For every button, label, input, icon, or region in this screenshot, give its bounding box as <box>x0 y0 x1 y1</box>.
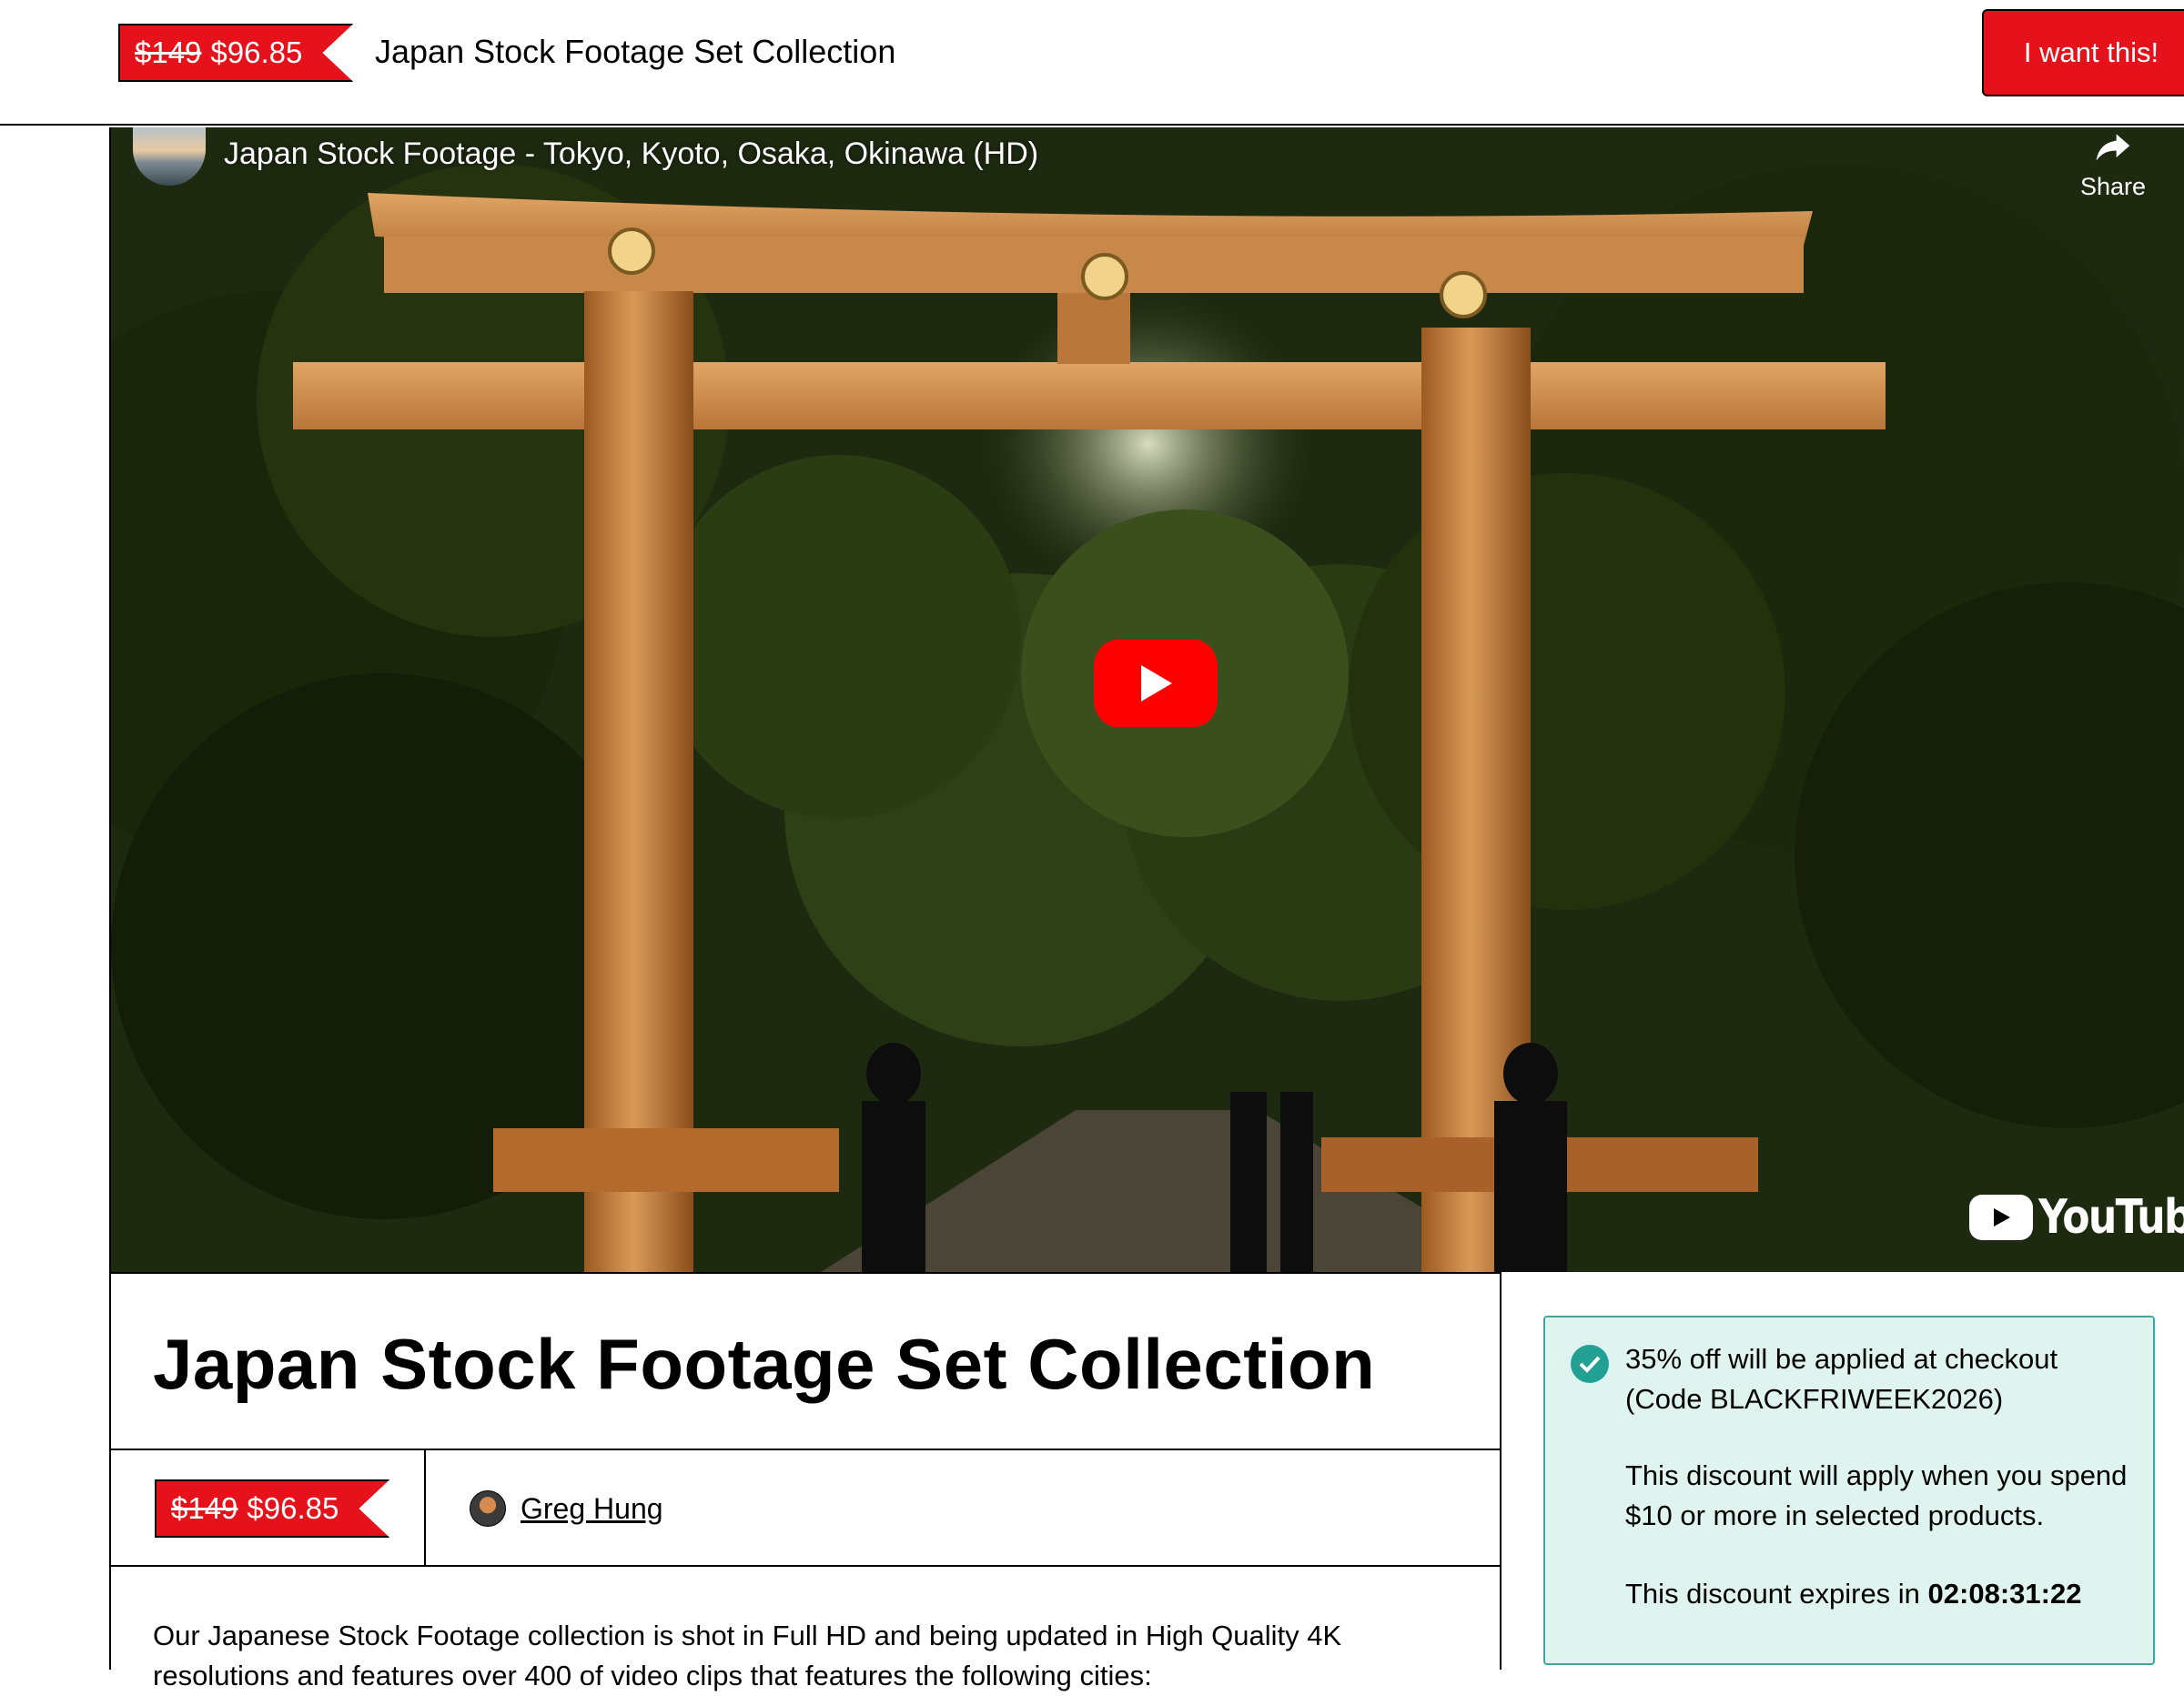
play-button[interactable] <box>1094 640 1218 727</box>
top-bar: $149 $96.85 Japan Stock Footage Set Coll… <box>0 0 2184 126</box>
discount-notice: 35% off will be applied at checkout (Cod… <box>1543 1316 2155 1665</box>
header-product-title: Japan Stock Footage Set Collection <box>375 33 896 70</box>
youtube-icon <box>1969 1195 2033 1240</box>
discount-expiry: This discount expires in 02:08:31:22 <box>1625 1574 2135 1614</box>
countdown-timer: 02:08:31:22 <box>1927 1578 2082 1610</box>
price-tag: $149 $96.85 <box>118 24 353 82</box>
original-price: $149 <box>171 1491 238 1525</box>
video-title[interactable]: Japan Stock Footage - Tokyo, Kyoto, Osak… <box>224 136 1038 172</box>
youtube-logo[interactable]: YouTube <box>1969 1190 2184 1245</box>
original-price: $149 <box>135 35 202 69</box>
divider <box>424 1450 426 1565</box>
avatar <box>470 1490 506 1527</box>
product-description: Our Japanese Stock Footage collection is… <box>153 1620 1342 1691</box>
video-player[interactable]: Japan Stock Footage - Tokyo, Kyoto, Osak… <box>109 127 2184 1272</box>
author-link[interactable]: Greg Hung <box>521 1492 663 1526</box>
i-want-this-button[interactable]: I want this! <box>1982 9 2184 96</box>
youtube-wordmark: YouTube <box>2038 1190 2184 1245</box>
product-title: Japan Stock Footage Set Collection <box>153 1324 1376 1404</box>
price-tag: $149 $96.85 <box>155 1479 389 1538</box>
share-icon <box>2077 127 2149 173</box>
share-label: Share <box>2079 173 2147 200</box>
product-meta-row: $149 $96.85 Greg Hung <box>111 1449 1500 1567</box>
check-circle-icon <box>1571 1345 1609 1383</box>
discounted-price: $96.85 <box>247 1491 339 1525</box>
discounted-price: $96.85 <box>210 35 303 69</box>
discount-offer-text: 35% off will be applied at checkout (Cod… <box>1625 1343 2058 1415</box>
author[interactable]: Greg Hung <box>470 1490 663 1527</box>
product-panel: Japan Stock Footage Set Collection $149 … <box>109 1272 1502 1691</box>
play-icon <box>1141 665 1172 702</box>
expiry-label: This discount expires in <box>1625 1578 1928 1610</box>
share-button[interactable]: Share <box>2077 127 2149 201</box>
discount-condition-text: This discount will apply when you spend … <box>1625 1459 2128 1531</box>
